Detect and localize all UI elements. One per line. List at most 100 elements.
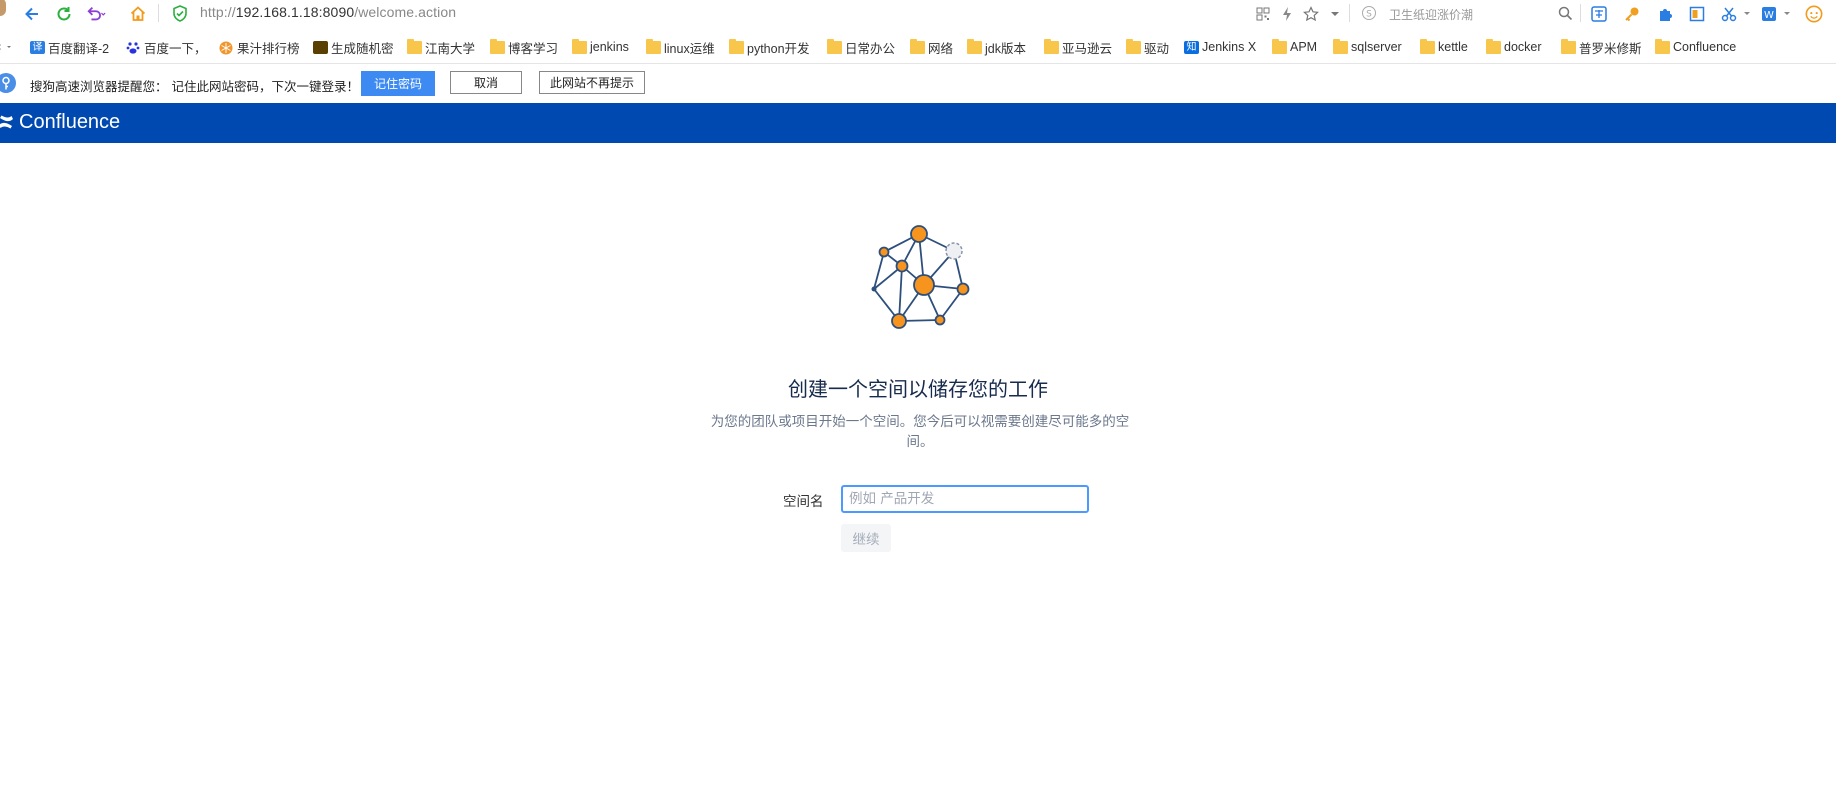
password-save-bar: 搜狗高速浏览器提醒您： 记住此网站密码，下次一键登录！ 记住密码 取消 此网站不… <box>0 64 1836 102</box>
space-name-input[interactable] <box>841 485 1089 513</box>
bookmark-label: jdk版本 <box>985 41 1026 56</box>
folder-icon <box>1333 38 1348 54</box>
bookmark-folder[interactable]: 亚马逊云 <box>1044 37 1112 57</box>
generator-icon <box>313 40 328 54</box>
favorite-star-icon[interactable] <box>1302 5 1320 23</box>
key-icon <box>0 73 16 93</box>
bookmark-folder[interactable]: python开发 <box>729 37 810 57</box>
bookmarks-bar: 译 百度翻译-2 百度一下， 果汁排行榜 生成随机密 江南大学 博客学习 jen… <box>0 35 1836 59</box>
sidebar-ext-icon[interactable] <box>1688 5 1706 23</box>
bookmark-label: 百度一下， <box>144 41 207 56</box>
user-avatar[interactable] <box>0 0 6 16</box>
bookmark-folder[interactable]: sqlserver <box>1333 37 1402 57</box>
confluence-logo-icon[interactable] <box>0 113 14 135</box>
scissors-dropdown-icon[interactable] <box>1738 5 1756 23</box>
bookmark-folder[interactable]: linux运维 <box>646 37 715 57</box>
bookmarks-overflow-icon[interactable] <box>0 37 12 57</box>
bookmark-label: 江南大学 <box>425 41 476 56</box>
page-title: 创建一个空间以储存您的工作 <box>788 377 1048 401</box>
bookmark-label: 百度翻译-2 <box>48 41 110 56</box>
undo-icon[interactable] <box>86 4 106 24</box>
bookmark-label: 生成随机密 <box>331 41 394 56</box>
bookmark-label: 网络 <box>928 41 954 56</box>
never-remind-button[interactable]: 此网站不再提示 <box>539 71 645 94</box>
baidu-icon <box>126 41 141 54</box>
bookmark-label: APM <box>1290 40 1318 54</box>
secure-shield-icon[interactable] <box>172 5 188 26</box>
folder-icon <box>646 38 661 54</box>
puzzle-ext-icon[interactable] <box>1656 5 1674 23</box>
folder-icon <box>1486 38 1501 54</box>
folder-icon <box>1655 38 1670 54</box>
bookmark-label: linux运维 <box>664 41 715 56</box>
bookmark-label: jenkins <box>590 40 629 54</box>
smiley-menu-icon[interactable] <box>1805 5 1823 23</box>
scissors-icon[interactable] <box>1720 5 1738 23</box>
network-illustration <box>870 220 970 334</box>
folder-icon <box>1272 38 1287 54</box>
page-description: 为您的团队或项目开始一个空间。您今后可以视需要创建尽可能多的空间。 <box>710 414 1130 450</box>
bookmark-label: 日常办公 <box>845 41 896 56</box>
bookmark-folder[interactable]: 普罗米修斯 <box>1561 37 1642 57</box>
bookmark-label: Jenkins X <box>1202 40 1257 54</box>
bookmark-folder[interactable]: jenkins <box>572 37 629 57</box>
refresh-icon[interactable] <box>54 4 74 24</box>
bookmark-folder[interactable]: 日常办公 <box>827 37 895 57</box>
bookmark-label: 普罗米修斯 <box>1579 41 1642 56</box>
folder-icon <box>407 38 422 54</box>
word-ext-icon[interactable]: W <box>1760 5 1778 23</box>
translate-icon: 译 <box>30 40 45 54</box>
svg-text:S: S <box>1366 10 1372 20</box>
translate-ext-icon[interactable] <box>1590 5 1608 23</box>
qr-code-icon[interactable] <box>1254 5 1272 23</box>
search-icon[interactable] <box>1558 6 1573 21</box>
dropdown-arrow-icon[interactable] <box>1326 5 1344 23</box>
folder-icon <box>729 38 744 54</box>
folder-icon <box>1126 38 1141 54</box>
bookmark-label: sqlserver <box>1351 40 1402 54</box>
bookmark-folder[interactable]: 网络 <box>910 37 953 57</box>
app-name[interactable]: Confluence <box>19 111 120 134</box>
bookmark-item[interactable]: 知 Jenkins X <box>1184 37 1256 57</box>
continue-button[interactable]: 继续 <box>841 524 891 552</box>
bookmark-folder[interactable]: 驱动 <box>1126 37 1169 57</box>
home-icon[interactable] <box>128 4 148 24</box>
space-name-label: 空间名 <box>783 494 824 510</box>
bookmark-folder[interactable]: Confluence <box>1655 37 1736 57</box>
url-scheme: http:// <box>200 4 236 20</box>
folder-icon <box>572 38 587 54</box>
bookmark-item[interactable]: 生成随机密 <box>313 37 394 57</box>
browser-toolbar: http://192.168.1.18:8090/welcome.action … <box>0 0 1836 27</box>
bookmark-label: 果汁排行榜 <box>237 41 300 56</box>
key-ext-icon[interactable] <box>1623 5 1641 23</box>
fruit-icon <box>219 41 234 54</box>
bookmark-folder[interactable]: kettle <box>1420 37 1468 57</box>
folder-icon <box>1044 38 1059 54</box>
bookmark-item[interactable]: 果汁排行榜 <box>219 37 300 57</box>
bookmark-label: 驱动 <box>1144 41 1170 56</box>
cancel-button[interactable]: 取消 <box>450 71 522 94</box>
bookmark-folder[interactable]: 江南大学 <box>407 37 475 57</box>
search-placeholder: 卫生纸迎涨价潮 <box>1389 8 1474 22</box>
bookmark-folder[interactable]: jdk版本 <box>967 37 1026 57</box>
zhihu-icon: 知 <box>1184 40 1199 54</box>
url-path: /welcome.action <box>354 4 457 20</box>
bookmark-folder[interactable]: 博客学习 <box>490 37 558 57</box>
bookmark-item[interactable]: 译 百度翻译-2 <box>30 37 109 57</box>
bookmark-label: kettle <box>1438 40 1468 54</box>
password-prompt-message: 搜狗高速浏览器提醒您： 记住此网站密码，下次一键登录！ <box>30 79 359 94</box>
sogou-icon: S <box>1362 6 1376 20</box>
svg-text:W: W <box>1764 10 1774 21</box>
folder-icon <box>1420 38 1435 54</box>
bookmark-folder[interactable]: APM <box>1272 37 1317 57</box>
browser-search[interactable]: S 卫生纸迎涨价潮 <box>1355 2 1573 24</box>
folder-icon <box>910 38 925 54</box>
address-bar[interactable]: http://192.168.1.18:8090/welcome.action <box>200 4 456 20</box>
back-icon[interactable] <box>22 4 42 24</box>
word-dropdown-icon[interactable] <box>1778 5 1796 23</box>
bookmark-label: Confluence <box>1673 40 1737 54</box>
lightning-icon[interactable] <box>1278 5 1296 23</box>
remember-password-button[interactable]: 记住密码 <box>361 71 435 96</box>
bookmark-item[interactable]: 百度一下， <box>126 37 207 57</box>
bookmark-folder[interactable]: docker <box>1486 37 1542 57</box>
